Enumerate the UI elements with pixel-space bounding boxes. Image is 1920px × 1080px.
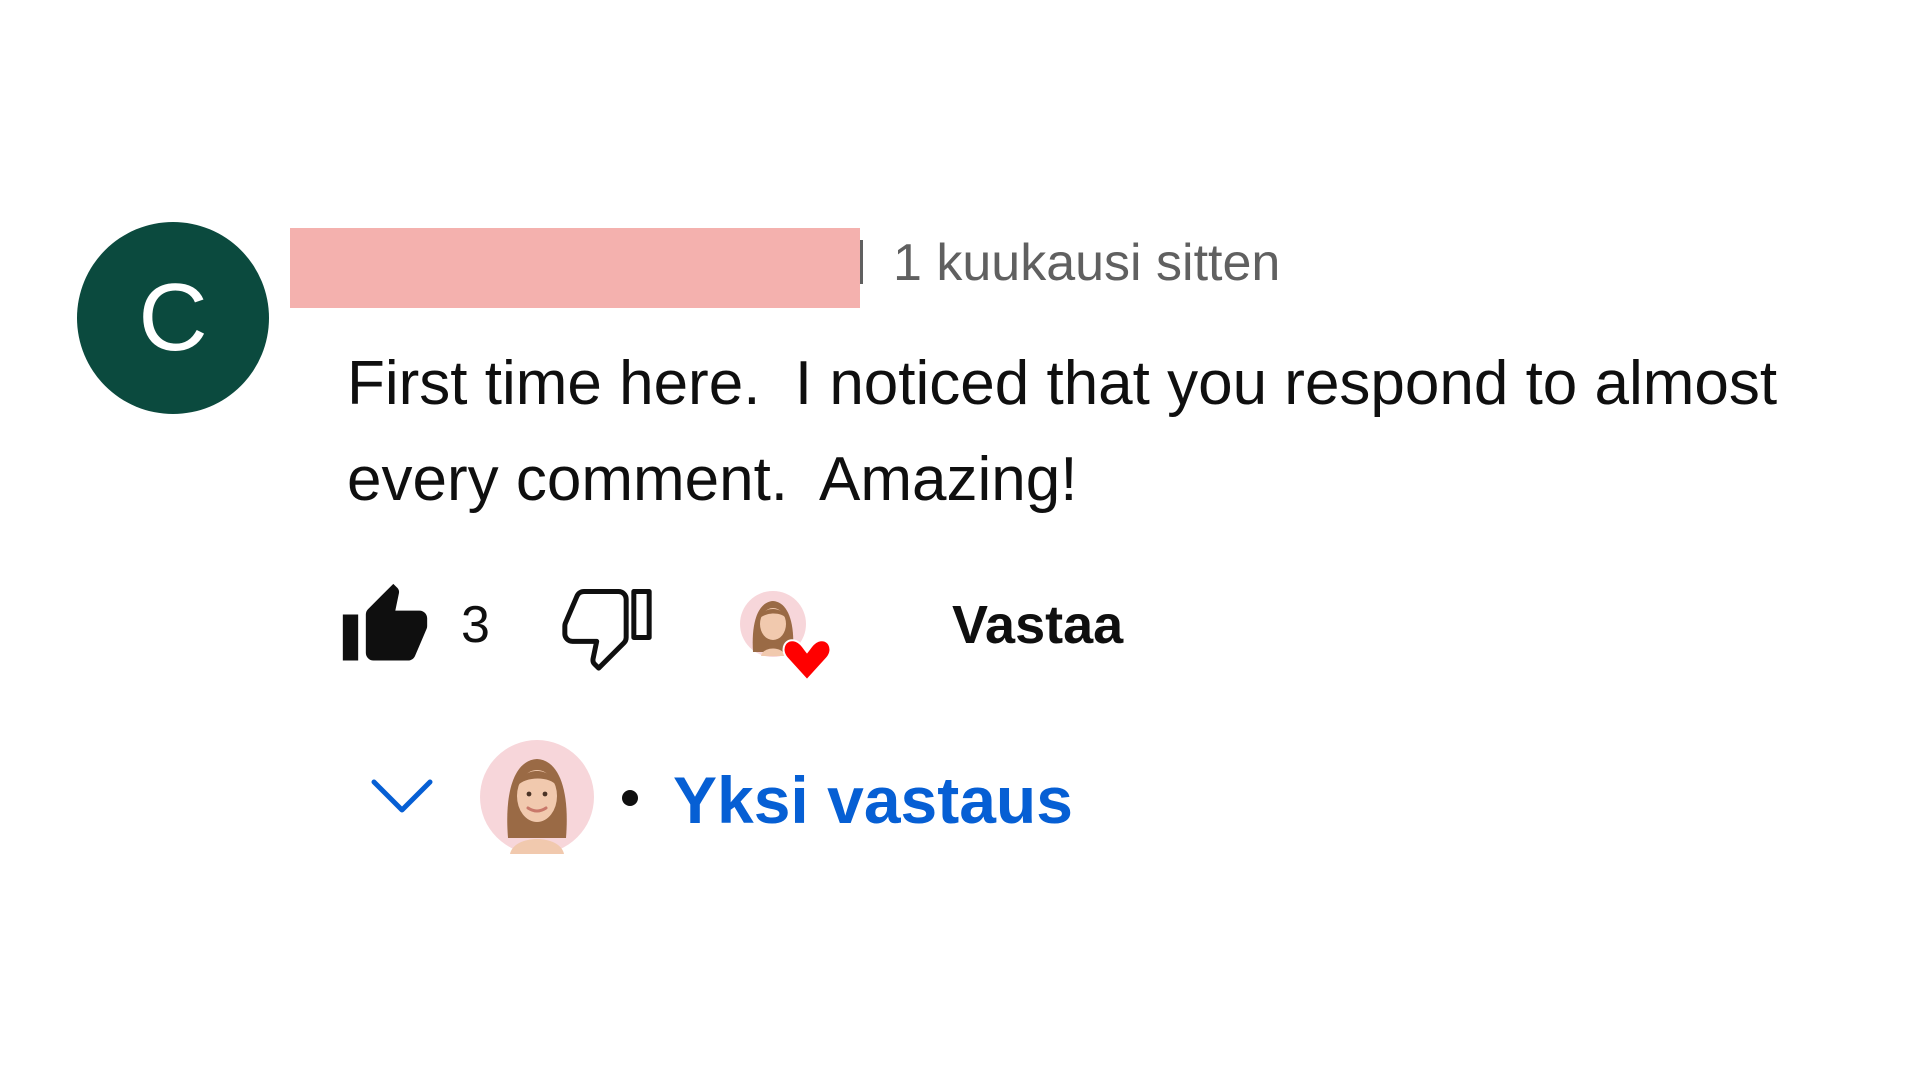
comment-text: First time here. I noticed that you resp… [347, 349, 1778, 514]
replies-toggle[interactable]: Yksi vastaus [360, 734, 1160, 854]
creator-heart[interactable] [737, 590, 847, 682]
thumbs-up-icon [342, 583, 428, 661]
separator-dot [622, 790, 638, 806]
creator-heart-icon [740, 591, 832, 682]
author-name-redacted [290, 228, 860, 308]
like-count: 3 [461, 596, 490, 654]
avatar-letter: C [138, 264, 208, 371]
header-divider [860, 240, 863, 284]
like-button[interactable] [337, 580, 433, 672]
comment-thread: C 1 kuukausi sitten First time here. I n… [0, 0, 1920, 1080]
thumbs-down-icon [562, 589, 652, 671]
dislike-button[interactable] [559, 580, 655, 672]
comment-actions: 3 Vastaa [337, 580, 1237, 682]
comment-timestamp[interactable]: 1 kuukausi sitten [893, 232, 1280, 294]
author-avatar[interactable]: C [77, 222, 269, 414]
chevron-down-icon[interactable] [370, 776, 434, 816]
view-replies-link[interactable]: Yksi vastaus [673, 762, 1073, 838]
replier-avatar [480, 740, 594, 854]
reply-button[interactable]: Vastaa [952, 594, 1123, 656]
